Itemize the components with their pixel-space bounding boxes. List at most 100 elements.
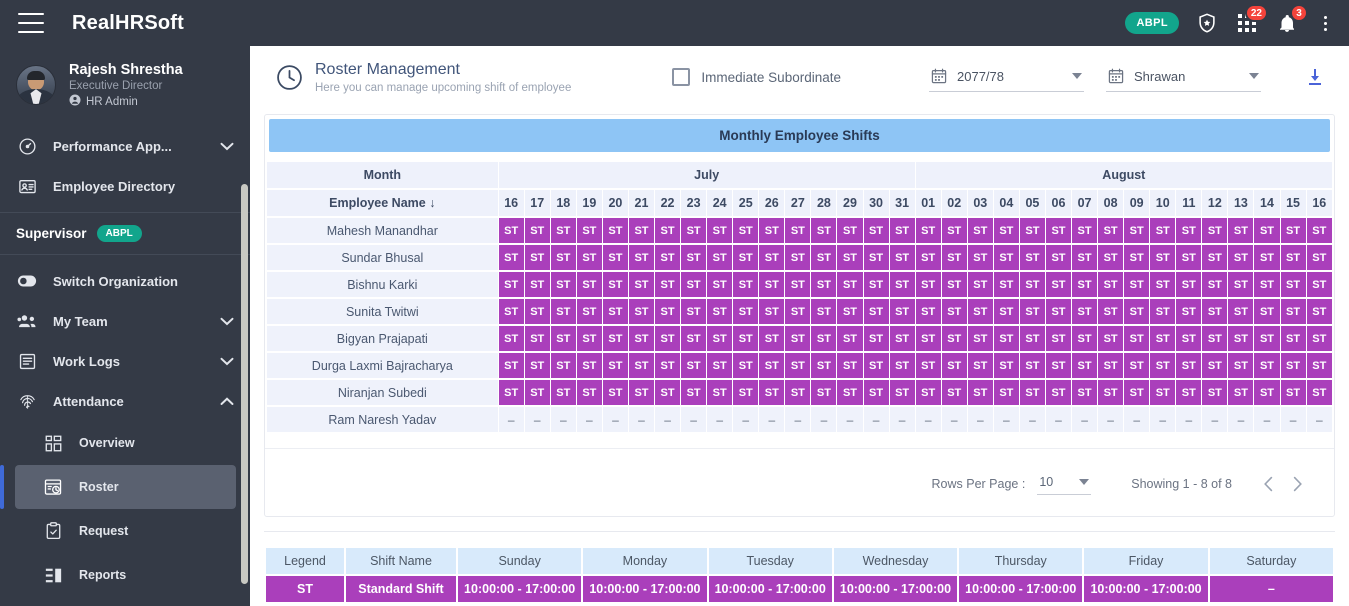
immediate-subordinate-checkbox[interactable]: Immediate Subordinate <box>672 68 841 87</box>
shift-cell[interactable]: ST <box>602 326 628 352</box>
empty-shift-cell[interactable]: – <box>863 407 889 433</box>
shift-cell[interactable]: ST <box>681 245 707 271</box>
shift-cell[interactable]: ST <box>1098 299 1124 325</box>
empty-shift-cell[interactable]: – <box>498 407 524 433</box>
shift-cell[interactable]: ST <box>1098 353 1124 379</box>
shift-cell[interactable]: ST <box>1202 353 1228 379</box>
sidebar-item-overview[interactable]: Overview <box>0 421 250 465</box>
empty-shift-cell[interactable]: – <box>759 407 785 433</box>
shift-cell[interactable]: ST <box>941 353 967 379</box>
shift-cell[interactable]: ST <box>1228 245 1254 271</box>
shift-cell[interactable]: ST <box>759 353 785 379</box>
shift-cell[interactable]: ST <box>655 326 681 352</box>
shift-cell[interactable]: ST <box>733 218 759 244</box>
shift-cell[interactable]: ST <box>576 245 602 271</box>
shift-cell[interactable]: ST <box>576 272 602 298</box>
employee-name-cell[interactable]: Durga Laxmi Bajracharya <box>267 353 498 379</box>
sidebar-item-my-team[interactable]: My Team <box>0 301 250 341</box>
shift-cell[interactable]: ST <box>602 218 628 244</box>
empty-shift-cell[interactable]: – <box>1254 407 1280 433</box>
shift-cell[interactable]: ST <box>1280 353 1306 379</box>
shift-cell[interactable]: ST <box>524 218 550 244</box>
shift-cell[interactable]: ST <box>1176 272 1202 298</box>
shift-cell[interactable]: ST <box>1228 353 1254 379</box>
shift-cell[interactable]: ST <box>785 326 811 352</box>
shift-cell[interactable]: ST <box>863 380 889 406</box>
shift-cell[interactable]: ST <box>759 326 785 352</box>
shift-cell[interactable]: ST <box>863 326 889 352</box>
empty-shift-cell[interactable]: – <box>1019 407 1045 433</box>
employee-name-cell[interactable]: Ram Naresh Yadav <box>267 407 498 433</box>
empty-shift-cell[interactable]: – <box>655 407 681 433</box>
shift-cell[interactable]: ST <box>759 245 785 271</box>
shift-cell[interactable]: ST <box>811 245 837 271</box>
shift-cell[interactable]: ST <box>941 272 967 298</box>
shift-cell[interactable]: ST <box>498 272 524 298</box>
shift-cell[interactable]: ST <box>628 353 655 379</box>
shift-cell[interactable]: ST <box>655 218 681 244</box>
apps-grid-icon[interactable]: 22 <box>1235 4 1268 35</box>
empty-shift-cell[interactable]: – <box>1306 407 1332 433</box>
empty-shift-cell[interactable]: – <box>811 407 837 433</box>
shift-cell[interactable]: ST <box>1124 245 1150 271</box>
shift-cell[interactable]: ST <box>915 299 941 325</box>
shift-cell[interactable]: ST <box>498 353 524 379</box>
shift-cell[interactable]: ST <box>550 245 576 271</box>
shift-cell[interactable]: ST <box>1228 218 1254 244</box>
shift-cell[interactable]: ST <box>1098 218 1124 244</box>
employee-name-cell[interactable]: Bigyan Prajapati <box>267 326 498 352</box>
shift-cell[interactable]: ST <box>967 299 993 325</box>
checkbox-box[interactable] <box>672 68 691 87</box>
shift-cell[interactable]: ST <box>1228 380 1254 406</box>
shift-cell[interactable]: ST <box>1150 272 1176 298</box>
shift-cell[interactable]: ST <box>655 380 681 406</box>
shift-cell[interactable]: ST <box>1019 272 1045 298</box>
chevron-right-icon[interactable] <box>1283 476 1312 492</box>
shift-cell[interactable]: ST <box>1280 272 1306 298</box>
shift-cell[interactable]: ST <box>1254 326 1280 352</box>
shift-cell[interactable]: ST <box>1098 326 1124 352</box>
shift-cell[interactable]: ST <box>1254 218 1280 244</box>
shift-cell[interactable]: ST <box>1202 326 1228 352</box>
chevron-left-icon[interactable] <box>1254 476 1283 492</box>
shift-cell[interactable]: ST <box>1124 272 1150 298</box>
shift-cell[interactable]: ST <box>863 299 889 325</box>
shift-cell[interactable]: ST <box>681 353 707 379</box>
shift-cell[interactable]: ST <box>967 218 993 244</box>
shift-cell[interactable]: ST <box>1072 353 1098 379</box>
shift-cell[interactable]: ST <box>889 380 915 406</box>
shift-cell[interactable]: ST <box>733 326 759 352</box>
notification-bell-icon[interactable]: 3 <box>1275 4 1308 35</box>
shift-cell[interactable]: ST <box>785 380 811 406</box>
shift-cell[interactable]: ST <box>524 272 550 298</box>
shift-cell[interactable]: ST <box>1072 326 1098 352</box>
shift-cell[interactable]: ST <box>602 380 628 406</box>
sidebar-item-reports[interactable]: Reports <box>0 553 250 597</box>
shift-cell[interactable]: ST <box>1124 326 1150 352</box>
empty-shift-cell[interactable]: – <box>1124 407 1150 433</box>
shift-cell[interactable]: ST <box>1019 353 1045 379</box>
shift-cell[interactable]: ST <box>785 299 811 325</box>
shield-star-icon[interactable] <box>1195 11 1219 35</box>
shift-cell[interactable]: ST <box>1045 218 1072 244</box>
shift-cell[interactable]: ST <box>498 299 524 325</box>
shift-cell[interactable]: ST <box>1150 353 1176 379</box>
empty-shift-cell[interactable]: – <box>550 407 576 433</box>
shift-cell[interactable]: ST <box>1202 380 1228 406</box>
shift-cell[interactable]: ST <box>576 326 602 352</box>
shift-cell[interactable]: ST <box>1228 326 1254 352</box>
shift-cell[interactable]: ST <box>1072 218 1098 244</box>
shift-cell[interactable]: ST <box>837 299 863 325</box>
shift-cell[interactable]: ST <box>993 380 1019 406</box>
shift-cell[interactable]: ST <box>733 299 759 325</box>
empty-shift-cell[interactable]: – <box>837 407 863 433</box>
shift-cell[interactable]: ST <box>1150 326 1176 352</box>
shift-cell[interactable]: ST <box>498 245 524 271</box>
shift-cell[interactable]: ST <box>681 299 707 325</box>
shift-cell[interactable]: ST <box>498 326 524 352</box>
header-employee-name[interactable]: Employee Name ↓ <box>267 190 498 217</box>
rows-per-page-select[interactable]: 10 <box>1037 472 1092 496</box>
shift-cell[interactable]: ST <box>915 272 941 298</box>
shift-cell[interactable]: ST <box>1228 299 1254 325</box>
shift-cell[interactable]: ST <box>498 218 524 244</box>
